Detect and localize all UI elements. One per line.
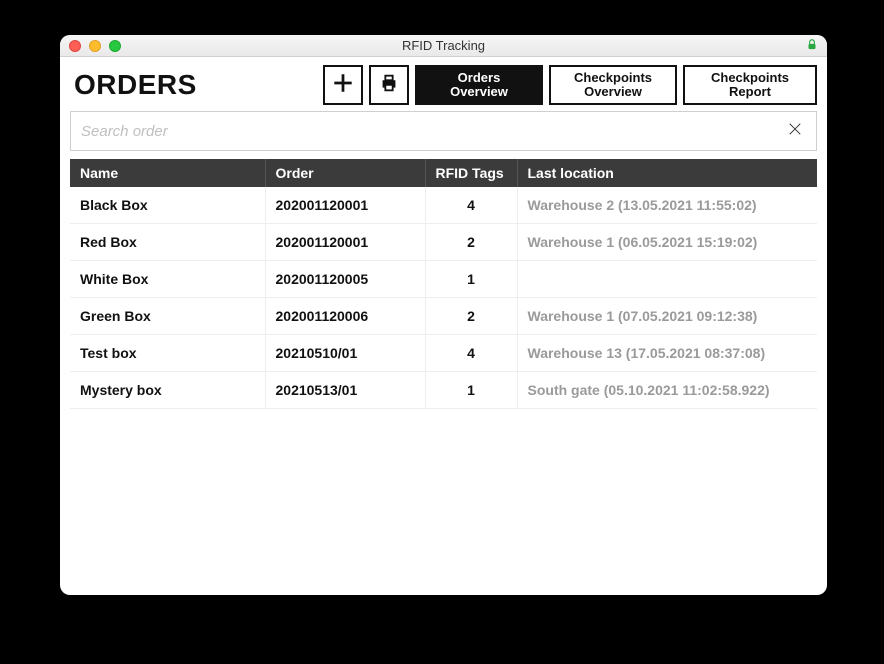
col-header-tags[interactable]: RFID Tags <box>425 159 517 187</box>
minimize-window-button[interactable] <box>89 40 101 52</box>
search-box <box>70 111 817 151</box>
tab-label: Checkpoints Report <box>695 71 805 100</box>
table-row[interactable]: Red Box2020011200012Warehouse 1 (06.05.2… <box>70 224 817 261</box>
tab-label: Orders Overview <box>427 71 531 100</box>
cell-tags: 1 <box>425 372 517 409</box>
printer-icon <box>378 72 400 99</box>
tab-checkpoints-report[interactable]: Checkpoints Report <box>683 65 817 105</box>
table-row[interactable]: Test box20210510/014Warehouse 13 (17.05.… <box>70 335 817 372</box>
clear-search-button[interactable] <box>784 120 806 142</box>
cell-order: 202001120001 <box>265 187 425 224</box>
search-bar <box>60 111 827 159</box>
plus-icon <box>332 72 354 99</box>
table-row[interactable]: Black Box2020011200014Warehouse 2 (13.05… <box>70 187 817 224</box>
page-title: ORDERS <box>70 69 197 101</box>
table-header-row: Name Order RFID Tags Last location <box>70 159 817 187</box>
cell-order: 202001120005 <box>265 261 425 298</box>
cell-location: Warehouse 2 (13.05.2021 11:55:02) <box>517 187 817 224</box>
col-header-order[interactable]: Order <box>265 159 425 187</box>
search-input[interactable] <box>81 123 784 140</box>
window-controls <box>69 40 121 52</box>
app-window: RFID Tracking ORDERS Orders Overview <box>60 35 827 595</box>
cell-name: White Box <box>70 261 265 298</box>
tab-orders-overview[interactable]: Orders Overview <box>415 65 543 105</box>
table-row[interactable]: Mystery box20210513/011South gate (05.10… <box>70 372 817 409</box>
col-header-loc[interactable]: Last location <box>517 159 817 187</box>
cell-location: Warehouse 1 (07.05.2021 09:12:38) <box>517 298 817 335</box>
cell-location: Warehouse 1 (06.05.2021 15:19:02) <box>517 224 817 261</box>
cell-tags: 2 <box>425 298 517 335</box>
zoom-window-button[interactable] <box>109 40 121 52</box>
col-header-name[interactable]: Name <box>70 159 265 187</box>
cell-name: Test box <box>70 335 265 372</box>
cell-order: 20210510/01 <box>265 335 425 372</box>
titlebar: RFID Tracking <box>60 35 827 57</box>
cell-tags: 2 <box>425 224 517 261</box>
cell-location: Warehouse 13 (17.05.2021 08:37:08) <box>517 335 817 372</box>
cell-order: 202001120001 <box>265 224 425 261</box>
orders-table: Name Order RFID Tags Last location Black… <box>70 159 817 409</box>
cell-name: Green Box <box>70 298 265 335</box>
cell-name: Red Box <box>70 224 265 261</box>
cell-name: Mystery box <box>70 372 265 409</box>
close-window-button[interactable] <box>69 40 81 52</box>
toolbar: ORDERS Orders Overview Checkpoints Overv… <box>60 57 827 111</box>
cell-tags: 4 <box>425 187 517 224</box>
lock-icon <box>805 38 819 52</box>
cell-name: Black Box <box>70 187 265 224</box>
add-button[interactable] <box>323 65 363 105</box>
print-button[interactable] <box>369 65 409 105</box>
cell-location: South gate (05.10.2021 11:02:58.922) <box>517 372 817 409</box>
cell-location <box>517 261 817 298</box>
tab-checkpoints-overview[interactable]: Checkpoints Overview <box>549 65 677 105</box>
table-row[interactable]: Green Box2020011200062Warehouse 1 (07.05… <box>70 298 817 335</box>
close-icon <box>786 120 804 143</box>
table-row[interactable]: White Box2020011200051 <box>70 261 817 298</box>
cell-order: 20210513/01 <box>265 372 425 409</box>
cell-tags: 1 <box>425 261 517 298</box>
window-title: RFID Tracking <box>60 38 827 53</box>
cell-order: 202001120006 <box>265 298 425 335</box>
cell-tags: 4 <box>425 335 517 372</box>
tab-label: Checkpoints Overview <box>561 71 665 100</box>
